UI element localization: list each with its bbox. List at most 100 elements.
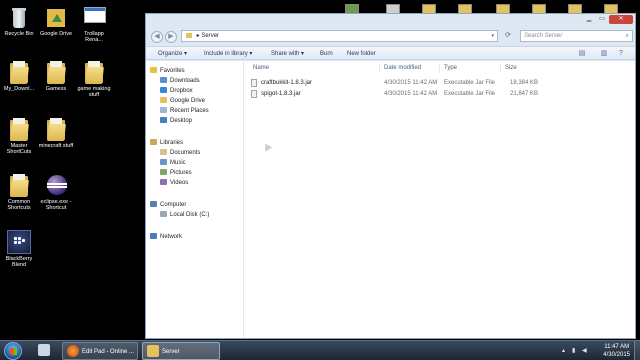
minimize-button[interactable]: ▁ [583, 15, 595, 24]
downloads-icon [160, 77, 167, 83]
share-with-button[interactable]: Share with ▾ [271, 50, 304, 58]
address-bar[interactable]: ▸ Server ▾ [181, 30, 498, 42]
pictures-icon [160, 169, 167, 175]
file-row[interactable]: spigot-1.8.3.jar 4/30/2015 11:42 AM Exec… [251, 89, 625, 99]
column-divider[interactable] [379, 63, 380, 73]
nav-item-google-drive[interactable]: Google Drive [160, 97, 205, 106]
forward-button[interactable]: ▶ [165, 31, 177, 43]
dropbox-icon [160, 87, 167, 93]
desktop-icon-label: Recycle Bin [4, 31, 34, 37]
maximize-button[interactable]: ▭ [596, 15, 608, 24]
organize-button[interactable]: Organize ▾ [158, 50, 187, 58]
column-header-date-modified[interactable]: Date modified [384, 64, 421, 72]
desktop-icon-label: Master ShortCuts [6, 143, 32, 155]
desktop-icon-label: eclipse.exe - Shortcut [40, 199, 72, 211]
taskbar-pinned-explorer[interactable] [34, 342, 56, 360]
clock-date: 4/30/2015 [603, 352, 630, 358]
help-icon[interactable]: ? [616, 50, 626, 58]
close-button[interactable]: ✕ [609, 15, 633, 24]
folder-icon [147, 345, 159, 358]
title-bar[interactable]: ▁ ▭ ✕ [146, 14, 635, 28]
desktop-icon-label: Common Shortcuts [7, 199, 31, 211]
include-in-library-button[interactable]: Include in library ▾ [204, 50, 252, 58]
network-icon[interactable]: ▮ [572, 347, 575, 354]
file-size: 21,847 KB [510, 91, 539, 97]
column-header-size[interactable]: Size [505, 64, 517, 72]
nav-item-dropbox[interactable]: Dropbox [160, 87, 193, 96]
column-divider[interactable] [439, 63, 440, 73]
folder-icon [9, 173, 29, 197]
file-name: craftbukkit-1.8.3.jar [261, 80, 313, 86]
preview-pane-icon[interactable]: ▥ [599, 50, 609, 58]
star-icon [150, 67, 157, 73]
desktop-icon [160, 117, 167, 123]
chevron-down-icon[interactable]: ▾ [491, 31, 494, 41]
desktop-icon-blackberry-blend[interactable]: BlackBerry Blend [1, 230, 37, 268]
nav-item-recent-places[interactable]: Recent Places [160, 107, 209, 116]
nav-item-music[interactable]: Music [160, 159, 186, 168]
desktop-icon-common-shortcuts[interactable]: Common Shortcuts [1, 173, 37, 211]
desktop-icon-google-drive[interactable]: Google Drive [38, 5, 74, 37]
desktop-icon-eclipse[interactable]: eclipse.exe - Shortcut [38, 173, 74, 211]
desktop-icon-my-downloads[interactable]: My_Downl... [1, 60, 37, 92]
back-button[interactable]: ◀ [151, 31, 163, 43]
file-size: 18,384 KB [510, 80, 539, 86]
music-icon [160, 159, 167, 165]
desktop-icon-minecraft-stuff[interactable]: minecraft stuff [38, 117, 74, 149]
nav-item-desktop[interactable]: Desktop [160, 117, 192, 126]
start-button[interactable] [4, 342, 22, 360]
disk-icon [160, 211, 167, 217]
jar-file-icon [251, 90, 257, 98]
file-row[interactable]: craftbukkit-1.8.3.jar 4/30/2015 11:42 AM… [251, 78, 625, 88]
volume-icon[interactable]: ◀ [582, 347, 587, 354]
burn-button[interactable]: Burn [320, 50, 333, 58]
column-divider[interactable] [500, 63, 501, 73]
view-options-icon[interactable]: ▤ [577, 50, 587, 58]
file-date: 4/30/2015 11:42 AM [384, 80, 438, 86]
desktop-icon-game-making-stuff[interactable]: game making stuff [76, 60, 112, 98]
desktop-icon-label: My_Downl... [3, 86, 35, 92]
windows-logo-icon [10, 348, 17, 355]
column-header-type[interactable]: Type [444, 64, 457, 72]
nav-item-libraries[interactable]: Libraries [150, 139, 183, 148]
nav-item-favorites[interactable]: Favorites [150, 67, 185, 76]
taskbar-button-server[interactable]: Server [142, 342, 220, 360]
desktop-icon-label: Trollapp Rena... [84, 31, 104, 43]
nav-item-downloads[interactable]: Downloads [160, 77, 200, 86]
desktop-icon-gamess[interactable]: Gamess [38, 60, 74, 92]
search-input[interactable]: Search Server ⌕ [520, 30, 633, 42]
desktop-icon-label: Google Drive [39, 31, 73, 37]
address-path: Server [201, 33, 220, 39]
recycle-bin-icon [9, 5, 29, 29]
clock-time: 11:47 AM [604, 344, 630, 350]
nav-item-network[interactable]: Network [150, 233, 182, 242]
desktop-icon-recycle-bin[interactable]: Recycle Bin [1, 5, 37, 37]
nav-item-local-disk[interactable]: Local Disk (C:) [160, 211, 209, 220]
eclipse-icon [46, 173, 67, 197]
libraries-icon [150, 139, 157, 145]
desktop-icon-label: game making stuff [77, 86, 111, 98]
column-header-name[interactable]: Name [253, 64, 269, 72]
show-desktop-button[interactable] [634, 341, 640, 360]
nav-item-computer[interactable]: Computer [150, 201, 186, 210]
clock[interactable]: 11:47 AM 4/30/2015 [603, 343, 630, 359]
recent-places-icon [160, 107, 167, 113]
folder-icon [186, 33, 192, 38]
folder-icon [9, 117, 29, 141]
google-drive-icon [160, 97, 167, 103]
show-hidden-icons-icon[interactable]: ▴ [562, 347, 565, 354]
explorer-content: Favorites Downloads Dropbox Google Drive… [146, 61, 635, 338]
firefox-icon [67, 345, 79, 358]
new-folder-button[interactable]: New folder [347, 50, 376, 58]
folder-icon [46, 60, 66, 84]
taskbar-button-editpad[interactable]: Edit Pad - Online ... [62, 342, 138, 360]
desktop-icon-trollapp[interactable]: Trollapp Rena... [76, 5, 112, 43]
nav-item-videos[interactable]: Videos [160, 179, 188, 188]
refresh-button[interactable]: ⟳ [502, 30, 514, 42]
computer-icon [150, 201, 157, 207]
search-placeholder: Search Server [524, 33, 563, 39]
explorer-window: ▁ ▭ ✕ ◀ ▶ ▸ Server ▾ ⟳ Search Server ⌕ O… [145, 13, 636, 339]
nav-item-documents[interactable]: Documents [160, 149, 200, 158]
nav-item-pictures[interactable]: Pictures [160, 169, 192, 178]
desktop-icon-master-shortcuts[interactable]: Master ShortCuts [1, 117, 37, 155]
